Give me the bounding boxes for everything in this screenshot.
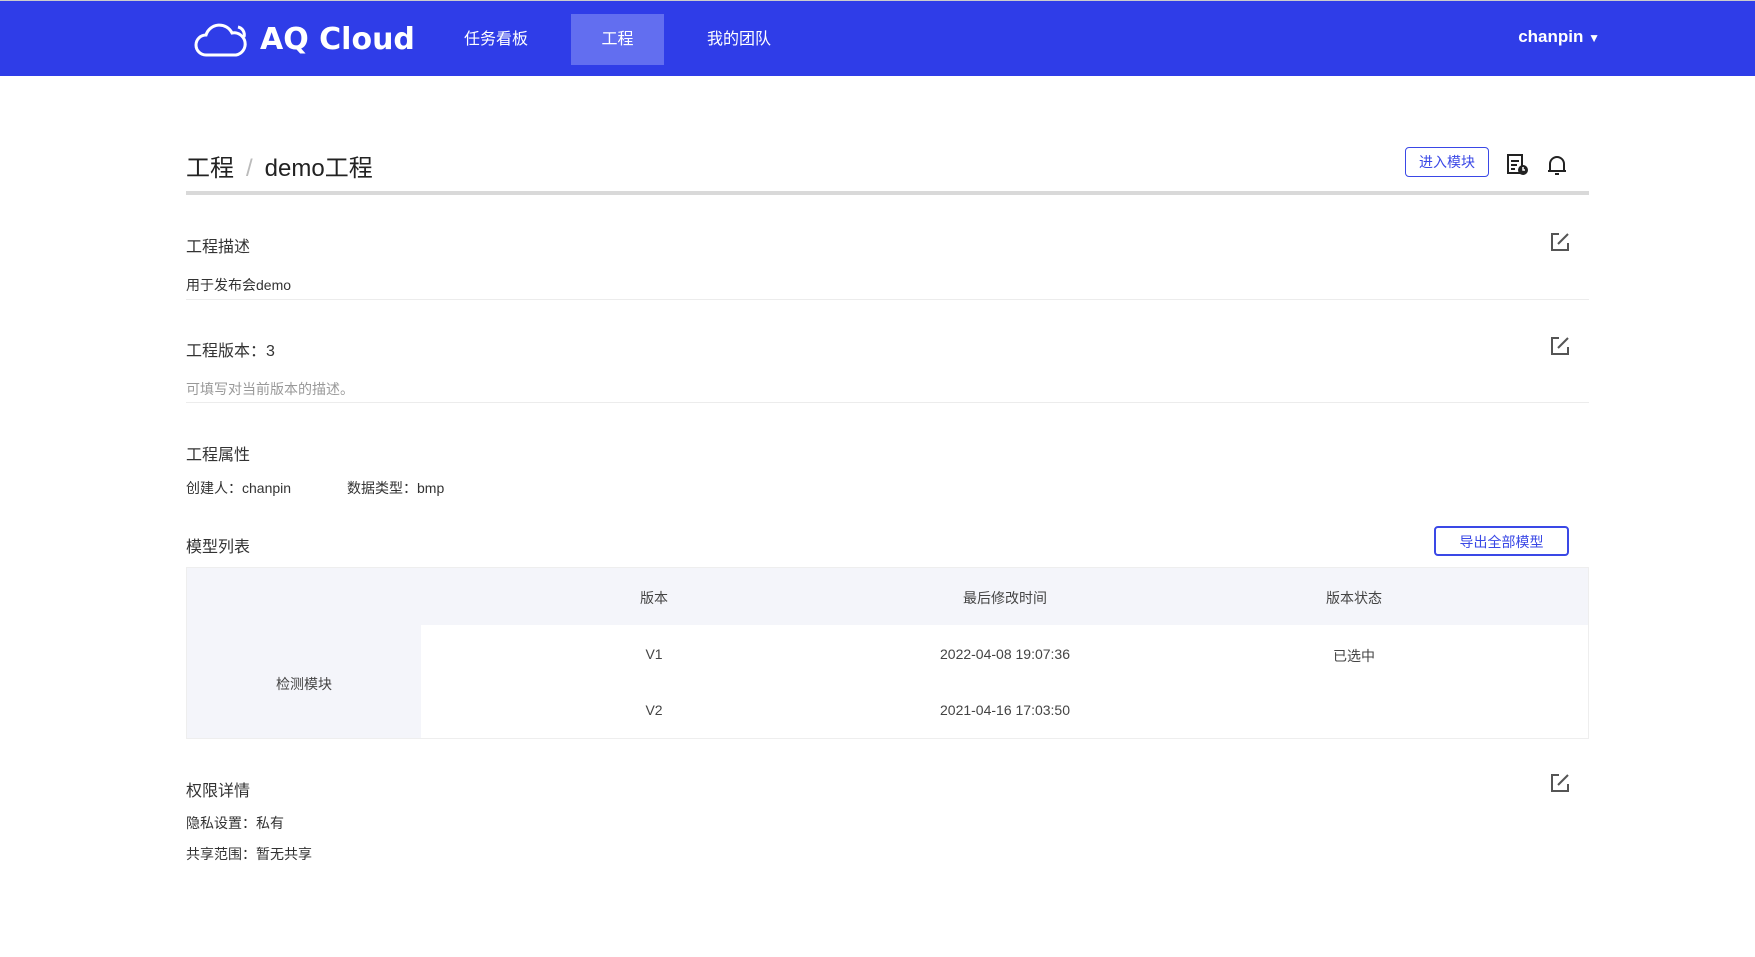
username: chanpin — [1518, 27, 1584, 46]
row-version[interactable]: V1 — [645, 646, 662, 662]
creator: 创建人：chanpin — [186, 480, 292, 496]
version-title: 工程版本：3 — [186, 343, 275, 360]
export-all-models-button[interactable]: 导出全部模型 — [1434, 526, 1569, 556]
row-time: 2022-04-08 19:07:36 — [940, 646, 1070, 662]
breadcrumb-current: demo工程 — [264, 155, 373, 182]
share-scope: 共享范围：暂无共享 — [186, 846, 312, 862]
col-modified: 最后修改时间 — [963, 590, 1047, 606]
permissions-title: 权限详情 — [186, 783, 251, 800]
history-doc-icon[interactable] — [1506, 153, 1530, 177]
breadcrumb-root[interactable]: 工程 — [186, 155, 234, 182]
privacy-setting: 隐私设置：私有 — [186, 815, 284, 831]
breadcrumb: 工程 / demo工程 — [186, 148, 373, 183]
row-time: 2021-04-16 17:03:50 — [940, 702, 1070, 718]
description-title: 工程描述 — [186, 239, 251, 256]
user-menu[interactable]: chanpin ▼ — [1518, 27, 1600, 47]
edit-description-icon[interactable] — [1549, 231, 1571, 253]
description-text: 用于发布会demo — [186, 277, 292, 293]
attributes-title: 工程属性 — [186, 447, 251, 464]
nav-projects[interactable]: 工程 — [571, 14, 664, 65]
divider — [186, 299, 1589, 300]
version-hint: 可填写对当前版本的描述。 — [186, 381, 354, 397]
col-status: 版本状态 — [1326, 590, 1382, 606]
nav-tasks[interactable]: 任务看板 — [452, 14, 540, 65]
brand-logo[interactable]: AQ Cloud — [194, 19, 415, 59]
bell-icon[interactable] — [1545, 153, 1569, 177]
divider — [186, 402, 1589, 403]
module-name: 检测模块 — [276, 676, 332, 692]
cloud-icon — [194, 23, 247, 57]
top-nav: AQ Cloud 任务看板 工程 我的团队 chanpin ▼ — [0, 0, 1755, 76]
header-divider — [186, 191, 1589, 195]
edit-permissions-icon[interactable] — [1549, 772, 1571, 794]
caret-down-icon: ▼ — [1588, 31, 1600, 45]
nav-team[interactable]: 我的团队 — [694, 14, 784, 65]
data-type: 数据类型：bmp — [347, 480, 445, 496]
brand-name: AQ Cloud — [260, 21, 415, 57]
breadcrumb-separator: / — [246, 155, 253, 182]
row-status: 已选中 — [1333, 648, 1375, 664]
models-table: 版本 最后修改时间 版本状态 检测模块 V1 2022-04-08 19:07:… — [186, 567, 1589, 739]
models-title: 模型列表 — [186, 539, 251, 556]
row-version[interactable]: V2 — [645, 702, 662, 718]
enter-module-button[interactable]: 进入模块 — [1405, 147, 1489, 177]
edit-version-icon[interactable] — [1549, 335, 1571, 357]
col-version: 版本 — [640, 590, 668, 606]
